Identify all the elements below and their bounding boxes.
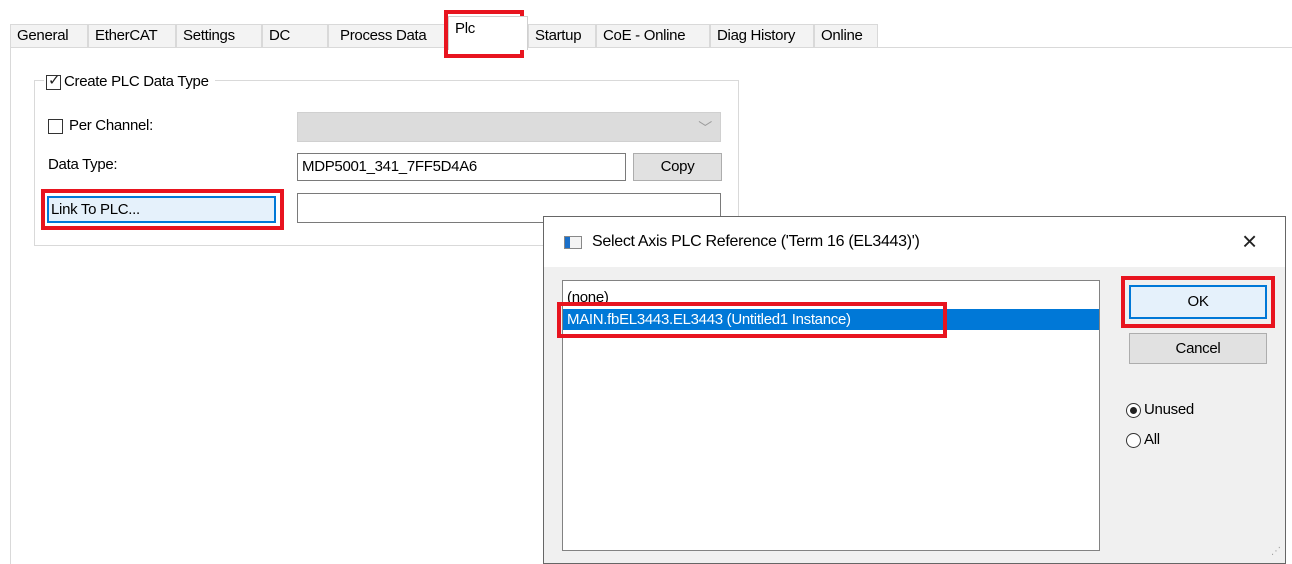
create-plc-data-type-row[interactable]: ✓ Create PLC Data Type [44,70,215,94]
radio-unused[interactable]: Unused [1126,400,1194,420]
tab-label: Diag History [717,27,796,44]
tab-dc[interactable]: DC [262,24,328,48]
tab-label: CoE - Online [603,27,686,44]
radio-all[interactable]: All [1126,430,1160,450]
tab-label: EtherCAT [95,27,158,44]
copy-button[interactable]: Copy [633,153,722,181]
per-channel-label: Per Channel: [69,117,153,134]
create-plc-data-type-checkbox[interactable]: ✓ [46,71,61,90]
tab-general[interactable]: General [10,24,88,48]
tab-label: Online [821,27,863,44]
tab-settings[interactable]: Settings [176,24,262,48]
tab-plc[interactable]: Plc [448,16,528,50]
per-channel-checkbox[interactable] [48,118,63,134]
tab-label: DC [269,27,291,44]
radio-all-circle[interactable] [1126,432,1141,448]
cancel-button[interactable]: Cancel [1129,333,1267,364]
tab-label: Plc [455,20,475,37]
radio-unused-label: Unused [1144,401,1194,418]
radio-all-label: All [1144,431,1160,448]
per-channel-row[interactable]: Per Channel: [48,116,153,136]
link-button-highlight [41,189,284,230]
per-channel-combo[interactable]: ﹀ [297,112,721,142]
tab-label: Startup [535,27,582,44]
window-icon [564,236,582,249]
tab-online[interactable]: Online [814,24,878,48]
checkmark-icon: ✓ [48,71,61,89]
create-plc-data-type-label: Create PLC Data Type [64,73,209,90]
panel-border [10,47,11,564]
tab-label: Settings [183,27,235,44]
close-icon[interactable]: × [1242,227,1257,255]
list-item-highlight [557,302,947,338]
ok-button-highlight [1121,276,1275,328]
dialog-titlebar: Select Axis PLC Reference ('Term 16 (EL3… [544,217,1285,267]
tab-label: General [17,27,69,44]
resize-grip-icon[interactable]: ⋰ [1271,546,1281,557]
tab-process-data[interactable]: Process Data [328,24,454,48]
tab-ethercat[interactable]: EtherCAT [88,24,176,48]
chevron-down-icon: ﹀ [698,120,712,136]
data-type-label: Data Type: [48,156,118,173]
tab-diag-history[interactable]: Diag History [710,24,814,48]
tab-startup[interactable]: Startup [528,24,596,48]
tab-coe-online[interactable]: CoE - Online [596,24,710,48]
tab-baseline [10,47,1292,48]
dialog-title: Select Axis PLC Reference ('Term 16 (EL3… [592,233,920,250]
radio-unused-circle[interactable] [1126,402,1141,418]
tab-label: Process Data [340,27,427,44]
data-type-field[interactable]: MDP5001_341_7FF5D4A6 [297,153,626,181]
